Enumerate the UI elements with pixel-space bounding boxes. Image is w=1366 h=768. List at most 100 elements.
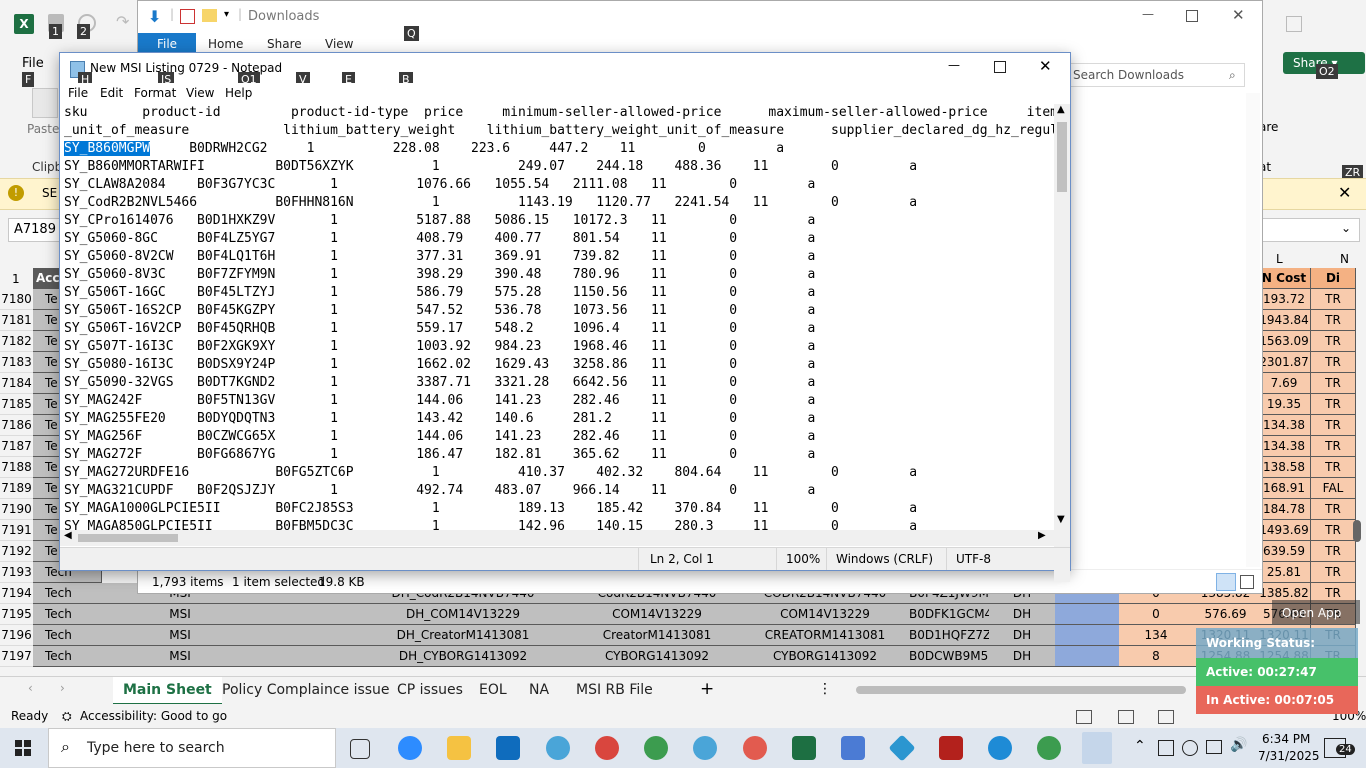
cell-c[interactable] bbox=[271, 646, 354, 667]
cell-cost[interactable]: 138.58 bbox=[1258, 457, 1311, 478]
page-break-icon[interactable] bbox=[1158, 710, 1174, 724]
more-sheets-icon[interactable]: ⋮ bbox=[818, 681, 832, 697]
column-l-header[interactable]: L bbox=[1276, 252, 1283, 266]
taskbar-search-box[interactable]: ⌕ Type here to search bbox=[48, 728, 336, 768]
notepad-taskbar-icon[interactable] bbox=[1082, 732, 1112, 764]
scroll-right-icon[interactable]: ▶ bbox=[1038, 530, 1046, 541]
cell-j[interactable]: 0 bbox=[1119, 604, 1194, 625]
open-app-button[interactable]: Open App bbox=[1272, 600, 1360, 624]
vertical-scroll-thumb[interactable] bbox=[1353, 520, 1361, 542]
page-layout-icon[interactable] bbox=[1118, 710, 1134, 724]
cell-e[interactable]: COM14V13229 bbox=[573, 604, 742, 625]
paste-icon[interactable] bbox=[32, 88, 58, 118]
header-di[interactable]: Di bbox=[1311, 268, 1356, 289]
accessibility-icon[interactable]: ⛭ bbox=[62, 704, 72, 728]
cell-di[interactable]: TR bbox=[1311, 373, 1356, 394]
column-m-header[interactable]: N bbox=[1340, 252, 1349, 266]
folder-icon[interactable] bbox=[202, 9, 217, 22]
cell-cost[interactable]: 2301.87 bbox=[1258, 352, 1311, 373]
cell-h[interactable]: DH bbox=[989, 604, 1056, 625]
cell-g[interactable]: B0DCWB9M5D bbox=[909, 646, 990, 667]
menu-format[interactable]: Format bbox=[134, 86, 176, 100]
sheet-tab-eol[interactable]: EOL bbox=[469, 677, 517, 703]
vertical-scroll-thumb[interactable] bbox=[1057, 122, 1067, 192]
scroll-left-icon[interactable]: ◀ bbox=[64, 530, 72, 541]
chrome-profile-2-icon[interactable] bbox=[595, 736, 619, 760]
row-number[interactable]: 7187 bbox=[0, 436, 33, 457]
cell-cost[interactable]: 1943.84 bbox=[1258, 310, 1311, 331]
sheet-tab-policy[interactable]: Policy Complaince issue bbox=[212, 677, 400, 703]
filezilla-icon[interactable] bbox=[939, 736, 963, 760]
cell-di[interactable]: TR bbox=[1311, 331, 1356, 352]
row-number[interactable]: 7185 bbox=[0, 394, 33, 415]
cell-b[interactable]: MSI bbox=[89, 646, 272, 667]
minimize-icon[interactable]: — bbox=[1142, 7, 1154, 21]
menu-file[interactable]: File bbox=[68, 86, 88, 100]
network-icon[interactable] bbox=[1206, 740, 1222, 754]
cell-g[interactable]: B0DFK1GCM4 bbox=[909, 604, 990, 625]
row-number[interactable]: 7194 bbox=[0, 583, 33, 604]
sheet-tab-main[interactable]: Main Sheet bbox=[113, 677, 222, 706]
explorer-share-tab[interactable]: Share bbox=[267, 37, 302, 51]
row-number[interactable]: 7197 bbox=[0, 646, 33, 667]
row-number[interactable]: 7181 bbox=[0, 310, 33, 331]
add-sheet-icon[interactable]: + bbox=[700, 679, 714, 699]
clock-time[interactable]: 6:34 PM bbox=[1262, 732, 1310, 746]
notepad-vertical-scrollbar[interactable]: ▲ ▼ bbox=[1054, 104, 1070, 582]
properties-icon[interactable] bbox=[180, 9, 195, 24]
cell-c[interactable] bbox=[271, 625, 354, 646]
cell-d[interactable]: DH_CreatorM1413081 bbox=[353, 625, 574, 646]
row-number[interactable]: 7190 bbox=[0, 499, 33, 520]
row-number[interactable]: 7191 bbox=[0, 520, 33, 541]
maximize-icon[interactable] bbox=[1186, 10, 1198, 22]
sheet-tab-msi-rb[interactable]: MSI RB File bbox=[566, 677, 663, 703]
cell-di[interactable]: TR bbox=[1311, 310, 1356, 331]
cell-cost[interactable]: 7.69 bbox=[1258, 373, 1311, 394]
cell-cost[interactable]: 193.72 bbox=[1258, 289, 1311, 310]
cell-di[interactable]: TR bbox=[1311, 415, 1356, 436]
chrome-profile-icon[interactable] bbox=[546, 736, 570, 760]
horizontal-scroll-thumb[interactable] bbox=[78, 534, 178, 542]
row-number[interactable]: 7196 bbox=[0, 625, 33, 646]
cell-cost[interactable]: 134.38 bbox=[1258, 436, 1311, 457]
excel-restore-icon[interactable] bbox=[1286, 16, 1302, 32]
cell-j[interactable]: 8 bbox=[1119, 646, 1194, 667]
cell-b[interactable]: MSI bbox=[89, 625, 272, 646]
chrome-profile-4-icon[interactable] bbox=[693, 736, 717, 760]
cell-e[interactable]: CreatorM1413081 bbox=[573, 625, 742, 646]
tray-icon-2[interactable] bbox=[1182, 740, 1198, 756]
cell-h[interactable]: DH bbox=[989, 625, 1056, 646]
cell-di[interactable]: TR bbox=[1311, 352, 1356, 373]
redo-icon[interactable]: ↷ bbox=[116, 12, 129, 31]
formula-bar[interactable]: ⌄ bbox=[1258, 218, 1360, 242]
prev-sheet-icon[interactable]: ‹ bbox=[28, 681, 33, 695]
row-number[interactable]: 7189 bbox=[0, 478, 33, 499]
close-warning-icon[interactable]: ✕ bbox=[1338, 183, 1351, 202]
row-number[interactable]: 7186 bbox=[0, 415, 33, 436]
cell-g[interactable]: B0D1HQFZ7Z bbox=[909, 625, 990, 646]
cell-e[interactable]: CYBORG1413092 bbox=[573, 646, 742, 667]
cell-cost[interactable]: 184.78 bbox=[1258, 499, 1311, 520]
row-number[interactable]: 7192 bbox=[0, 541, 33, 562]
cell-cost[interactable]: 639.59 bbox=[1258, 541, 1311, 562]
row-number[interactable]: 7195 bbox=[0, 604, 33, 625]
chrome-icon[interactable] bbox=[1037, 736, 1061, 760]
cell-d[interactable]: DH_CYBORG1413092 bbox=[353, 646, 574, 667]
row-number[interactable]: 7184 bbox=[0, 373, 33, 394]
cell-cost[interactable]: 25.81 bbox=[1258, 562, 1311, 583]
notepad-maximize-icon[interactable] bbox=[994, 61, 1006, 73]
close-icon[interactable]: ✕ bbox=[1232, 6, 1245, 24]
excel-taskbar-icon[interactable] bbox=[792, 736, 816, 760]
file-explorer-icon[interactable] bbox=[447, 736, 471, 760]
calculator-icon[interactable] bbox=[841, 736, 865, 760]
cell-f[interactable]: CREATORM1413081 bbox=[741, 625, 910, 646]
clock-date[interactable]: 7/31/2025 bbox=[1258, 749, 1320, 763]
volume-icon[interactable]: 🔊 bbox=[1230, 737, 1247, 753]
details-view-icon[interactable] bbox=[1216, 573, 1236, 591]
quick-access-dropdown-icon[interactable]: ▾ bbox=[224, 9, 229, 20]
cell-cost[interactable]: 134.38 bbox=[1258, 415, 1311, 436]
explorer-view-tab[interactable]: View bbox=[325, 37, 353, 51]
row-number[interactable]: 7183 bbox=[0, 352, 33, 373]
cell-di[interactable]: TR bbox=[1311, 562, 1356, 583]
cell-f[interactable]: COM14V13229 bbox=[741, 604, 910, 625]
